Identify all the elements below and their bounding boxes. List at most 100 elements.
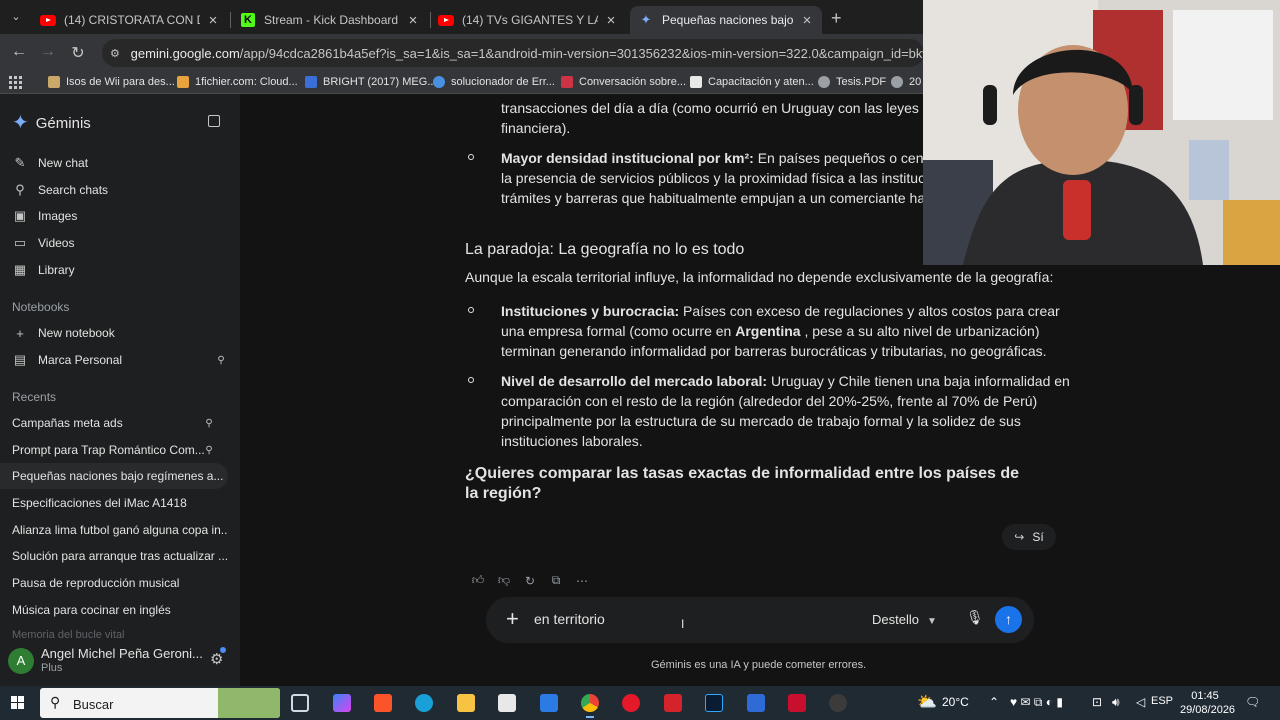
account-panel[interactable]: A Angel Michel Peña Geroni... Plus ⚙	[8, 646, 232, 680]
send-button[interactable]: ↑	[995, 606, 1022, 633]
close-icon[interactable]: ×	[604, 12, 618, 29]
sidebar-item-label: Videos	[38, 236, 75, 250]
more-options-icon[interactable]: ⋯	[569, 574, 595, 588]
new-tab-icon[interactable]: +	[831, 8, 847, 29]
brave-browser-icon[interactable]	[374, 694, 392, 712]
regenerate-icon[interactable]: ↻	[517, 574, 543, 588]
language-indicator[interactable]: ESP	[1151, 695, 1173, 707]
tab-title: (14) TVs GIGANTES Y LAPTOPS	[462, 13, 598, 27]
microsoft-store-icon[interactable]	[498, 694, 516, 712]
bookmark-label: Capacitación y aten...	[708, 76, 814, 88]
forward-icon[interactable]: →	[38, 43, 58, 61]
system-clock[interactable]: 01:45 29/08/2026	[1180, 689, 1235, 717]
thumbs-down-icon[interactable]: 👎︎	[491, 573, 517, 588]
chrome-browser-icon[interactable]	[581, 694, 599, 718]
sidebar-item-search-chats[interactable]: ⚲ Search chats	[12, 179, 232, 201]
recent-chat-label: Alianza lima futbol ganó alguna copa in.…	[12, 523, 228, 537]
wps-office-icon[interactable]	[788, 694, 806, 712]
sidebar-item-new-chat[interactable]: ✎ New chat	[12, 152, 232, 174]
bookmark-bright[interactable]: BRIGHT (2017) MEG...	[305, 76, 437, 88]
thumbs-up-icon[interactable]: 👍︎	[465, 573, 491, 588]
weather-icon[interactable]: ⛅	[917, 692, 937, 712]
recent-chat-item-faded[interactable]: Memoria del bucle vital	[12, 629, 125, 641]
sidebar-item-new-notebook[interactable]: + New notebook	[12, 322, 232, 344]
list-bullet	[468, 377, 474, 383]
bookmark-20[interactable]: 20	[891, 76, 921, 88]
bookmark-tesis[interactable]: Tesis.PDF	[818, 76, 886, 88]
file-explorer-icon[interactable]	[457, 694, 475, 712]
clock-time: 01:45	[1191, 690, 1219, 702]
tab-gemini-active[interactable]: ✦ Pequeñas naciones bajo regíme ×	[630, 6, 822, 34]
bookmark-solucionador[interactable]: solucionador de Err...	[433, 76, 555, 88]
tray-app-icons[interactable]: ♥ ✉ ⧉ ◐ ▮	[1010, 695, 1063, 710]
recent-chat-item[interactable]: Prompt para Trap Romántico Com... ⚲	[0, 437, 228, 463]
sidebar-item-videos[interactable]: ▭ Videos	[12, 232, 232, 254]
bookmark-wii-isos[interactable]: Isos de Wii para des...	[48, 76, 175, 88]
edge-browser-icon[interactable]	[415, 694, 433, 712]
recent-chat-item[interactable]: Solución para arranque tras actualizar .…	[0, 543, 228, 569]
site-info-icon[interactable]: ⚙	[110, 47, 123, 60]
sidebar-item-library[interactable]: ▦ Library	[12, 259, 232, 281]
close-icon[interactable]: ×	[800, 12, 814, 29]
tab-kick-dashboard[interactable]: K Stream - Kick Dashboard ×	[232, 6, 428, 34]
volume-icon[interactable]: 🔊︎	[1112, 695, 1120, 710]
sidebar-item-label: Search chats	[38, 183, 109, 197]
notebook-icon: ▤	[13, 352, 27, 367]
gemini-sparkle-icon: ✦	[12, 112, 29, 134]
reload-icon[interactable]: ↻	[68, 43, 88, 63]
add-attachment-icon[interactable]: +	[506, 607, 519, 631]
recent-chat-item[interactable]: Campañas meta ads ⚲	[0, 410, 228, 436]
notifications-icon[interactable]: 🗨︎	[1245, 695, 1260, 709]
model-selector[interactable]: Destello ▼	[872, 612, 937, 627]
bookmark-conversacion[interactable]: Conversación sobre...	[561, 76, 686, 88]
sidebar-item-marca-personal[interactable]: ▤ Marca Personal ⚲	[12, 349, 232, 371]
screen: ⌄ (14) CRISTORATA CON DILBERT × K Stream…	[0, 0, 1280, 720]
recent-chat-item-active[interactable]: Pequeñas naciones bajo regímenes a...	[0, 463, 228, 489]
avatar[interactable]: A	[8, 648, 34, 674]
image-icon: ▣	[13, 208, 27, 223]
obs-studio-icon[interactable]	[829, 694, 847, 712]
disclaimer-text: Géminis es una IA y puede cometer errore…	[651, 659, 867, 671]
taskbar-search[interactable]: ⚲ Buscar	[40, 688, 280, 718]
photoshop-icon[interactable]	[705, 694, 723, 712]
recent-chat-item[interactable]: Música para cocinar en inglés	[0, 597, 228, 623]
follow-up-question: ¿Quieres comparar las tasas exactas de i…	[465, 465, 1020, 502]
media-player-icon[interactable]	[622, 694, 640, 712]
show-hidden-icons-icon[interactable]: ⌃	[989, 695, 999, 709]
back-icon[interactable]: ←	[9, 43, 29, 61]
microphone-icon[interactable]: 🎙︎	[966, 609, 984, 626]
copilot-icon[interactable]	[333, 694, 351, 712]
tab-youtube-tvs[interactable]: (14) TVs GIGANTES Y LAPTOPS ×	[430, 6, 626, 34]
close-icon[interactable]: ×	[406, 12, 420, 29]
calculator-icon[interactable]	[747, 694, 765, 712]
copy-icon[interactable]: ⧉	[543, 573, 569, 588]
bookmark-1fichier[interactable]: 1fichier.com: Cloud...	[177, 76, 298, 88]
suggestion-chip-si[interactable]: ↪ Sí	[1002, 524, 1056, 550]
sidebar-item-label: Images	[38, 209, 78, 223]
collapse-sidebar-icon[interactable]	[208, 115, 220, 127]
recent-chat-item[interactable]: Pausa de reproducción musical	[0, 570, 228, 596]
list-item: Mayor densidad institucional por km²: En…	[501, 150, 940, 166]
address-bar[interactable]: ⚙ gemini.google.com/app/94cdca2861b4a5ef…	[102, 39, 924, 67]
recent-chat-label: Solución para arranque tras actualizar .…	[12, 549, 228, 563]
temperature[interactable]: 20°C	[942, 695, 969, 709]
close-icon[interactable]: ×	[206, 12, 220, 29]
prompt-composer[interactable]: + en territorio Destello ▼ 🎙︎ ↑	[486, 597, 1034, 643]
bookmark-capacitacion[interactable]: Capacitación y aten...	[690, 76, 814, 88]
recent-chat-item[interactable]: Alianza lima futbol ganó alguna copa in.…	[0, 517, 228, 543]
taskbar-search-placeholder: Buscar	[73, 697, 114, 712]
tab-search-icon[interactable]: ⌄	[9, 10, 23, 24]
network-icon[interactable]: ⊡	[1092, 695, 1102, 709]
recent-chat-item[interactable]: Especificaciones del iMac A1418	[0, 490, 228, 516]
task-view-icon[interactable]	[291, 694, 309, 712]
sidebar-item-images[interactable]: ▣ Images	[12, 205, 232, 227]
volume-alt-icon[interactable]: ◁	[1136, 695, 1145, 709]
library-icon: ▦	[13, 262, 27, 277]
windows-start-icon[interactable]	[11, 696, 25, 710]
tab-youtube-cristorata[interactable]: (14) CRISTORATA CON DILBERT ×	[32, 6, 228, 34]
prompt-input[interactable]: en territorio	[534, 611, 605, 627]
pdf-reader-icon[interactable]	[664, 694, 682, 712]
gear-icon[interactable]: ⚙	[210, 647, 228, 668]
outlook-icon[interactable]	[540, 694, 558, 712]
apps-grid-icon[interactable]	[9, 76, 22, 89]
